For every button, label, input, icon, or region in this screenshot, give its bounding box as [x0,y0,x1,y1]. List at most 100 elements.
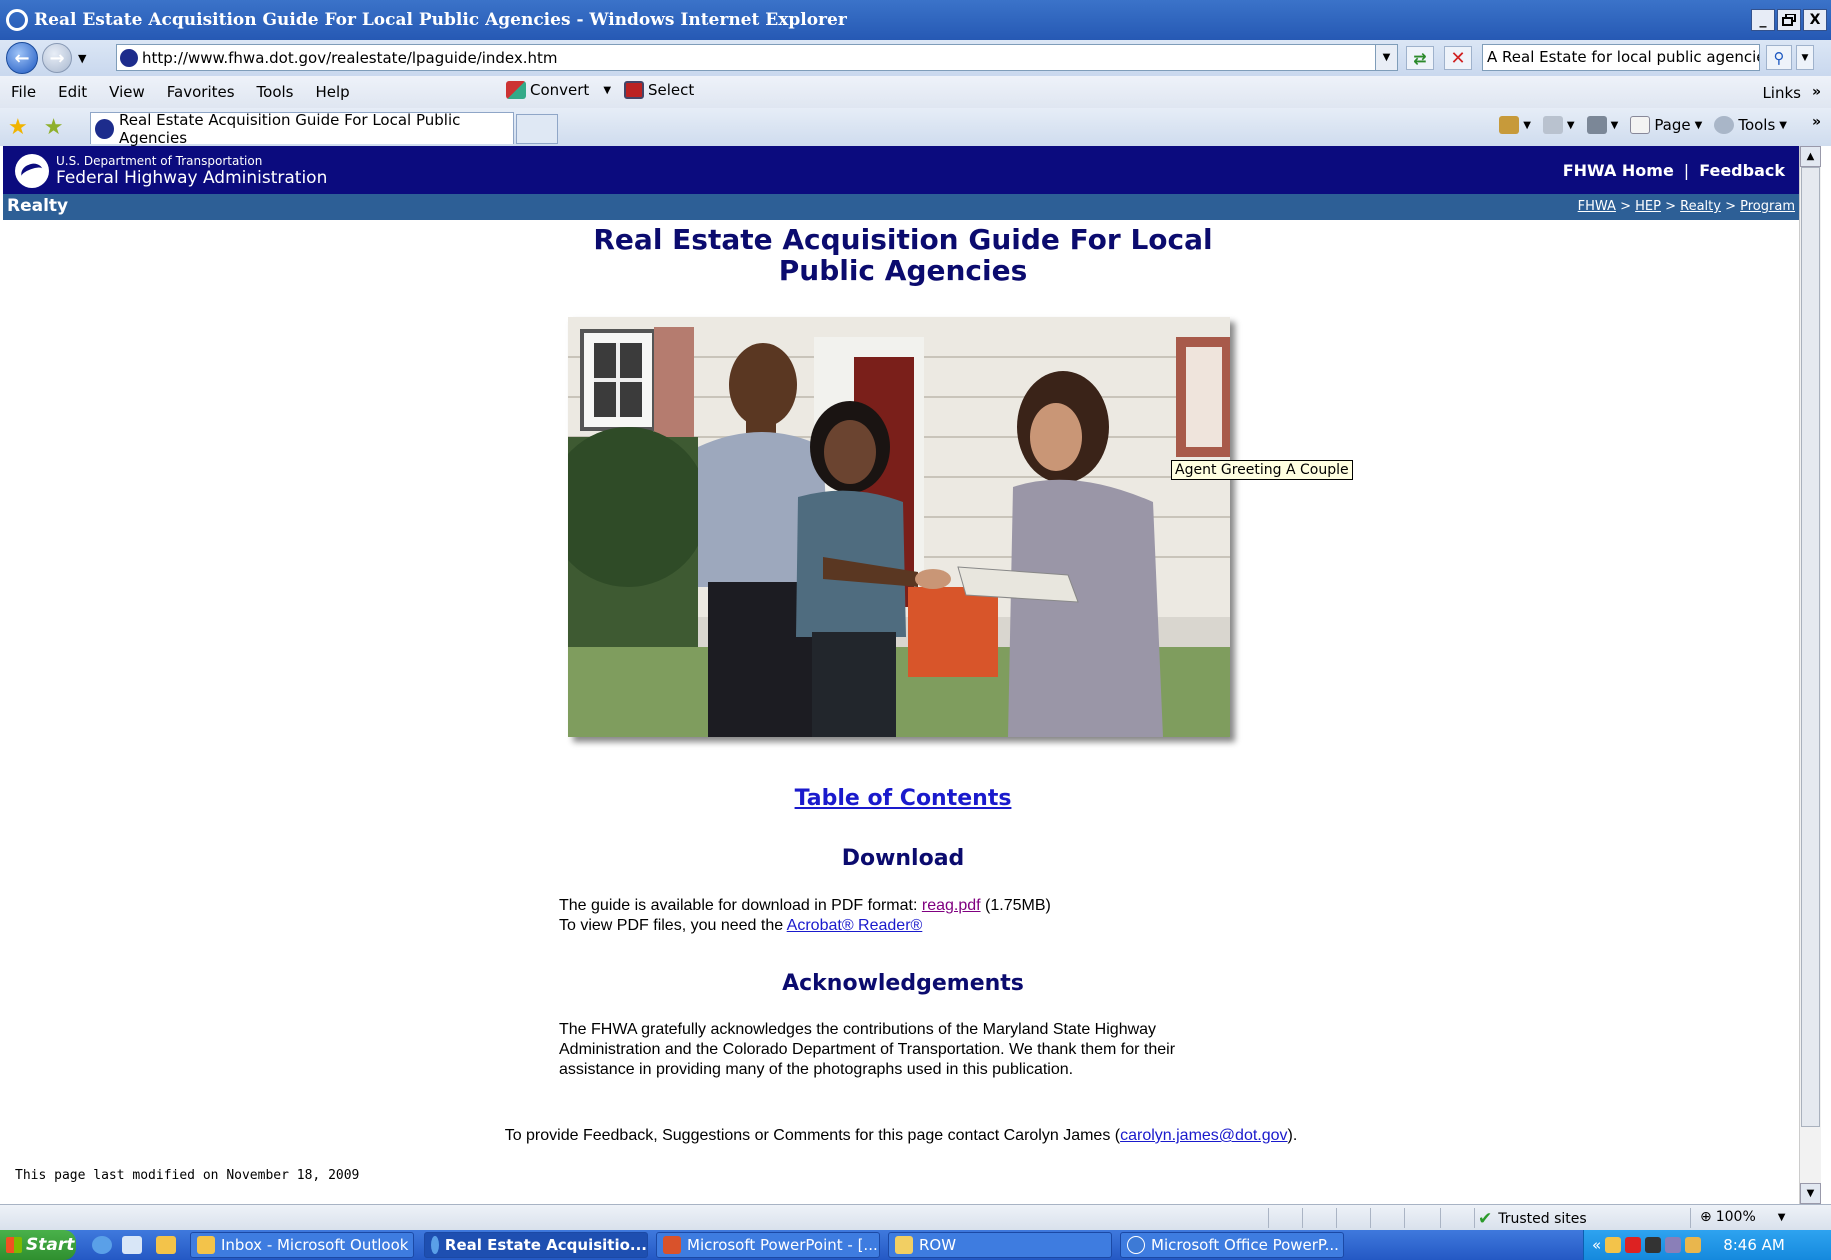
tab-active[interactable]: Real Estate Acquisition Guide For Local … [90,110,514,147]
search-input[interactable]: A Real Estate for local public agencies [1482,44,1760,71]
menu-help[interactable]: Help [305,83,361,101]
refresh-button[interactable]: ⇄ [1406,46,1434,70]
tray-shield-icon[interactable] [1685,1237,1702,1253]
menu-favorites[interactable]: Favorites [156,83,246,101]
feedback-link[interactable]: Feedback [1699,161,1785,180]
search-button[interactable]: ⚲ [1766,45,1792,70]
address-input[interactable]: http://www.fhwa.dot.gov/realestate/lpagu… [142,49,558,67]
pdf-download-link[interactable]: reag.pdf [922,897,981,914]
back-button[interactable]: ← [6,42,38,74]
forward-button[interactable]: → [42,43,72,73]
convert-button[interactable]: Convert ▼ [506,81,611,99]
tray-expand-icon[interactable]: « [1592,1236,1601,1254]
task-outlook[interactable]: Inbox - Microsoft Outlook [190,1232,414,1258]
quicklaunch-outlook-icon[interactable] [156,1236,176,1254]
fhwa-banner: U.S. Department of Transportation Federa… [3,146,1799,194]
download-size: (1.75MB) [980,897,1051,914]
acknowledgements-heading: Acknowledgements [782,971,1024,996]
feedback-close: ). [1287,1127,1298,1144]
powerpoint-icon [663,1236,681,1254]
toolbar-chevron-icon[interactable]: » [1812,84,1821,100]
acrobat-reader-link[interactable]: Acrobat® Reader® [787,917,923,934]
task-powerpoint[interactable]: Microsoft PowerPoint - [... [656,1232,880,1258]
outlook-icon [197,1236,215,1254]
ie-logo-icon [6,9,28,31]
zoom-control[interactable]: ⊕ 100% ▼ [1700,1209,1785,1225]
history-dropdown-icon[interactable]: ▼ [78,52,86,65]
status-bar: ✔ Trusted sites ⊕ 100% ▼ [0,1204,1831,1230]
convert-dropdown-icon[interactable]: ▼ [603,85,611,96]
feedback-contact: To provide Feedback, Suggestions or Comm… [3,1127,1799,1145]
breadcrumb-program[interactable]: Program [1740,199,1795,214]
task-row-folder[interactable]: ROW [888,1232,1112,1258]
tray-keyboard-icon[interactable] [1645,1237,1662,1253]
fhwa-home-link[interactable]: FHWA Home [1563,161,1674,180]
scroll-thumb[interactable] [1801,167,1820,1127]
photo-image [568,317,1230,737]
menu-edit[interactable]: Edit [47,83,98,101]
taskbar: Start Inbox - Microsoft Outlook Real Est… [0,1230,1831,1260]
start-button[interactable]: Start [0,1230,76,1260]
toc-heading: Table of Contents [563,786,1243,811]
clock: 8:46 AM [1723,1236,1785,1254]
back-arrow-icon: ← [14,47,30,69]
tray-network-icon[interactable] [1625,1237,1642,1253]
links-toolbar[interactable]: Links [1762,84,1801,102]
quicklaunch-desktop-icon[interactable] [122,1236,142,1254]
table-of-contents-link[interactable]: Table of Contents [795,786,1012,811]
agent-greeting-photo [568,317,1230,737]
zoom-dropdown-icon[interactable]: ▼ [1778,1212,1786,1223]
security-zone[interactable]: ✔ Trusted sites [1478,1209,1587,1229]
menu-file[interactable]: File [0,83,47,101]
new-tab-button[interactable] [516,114,558,144]
help-icon [1127,1236,1145,1254]
status-divider [1474,1208,1475,1228]
menu-view[interactable]: View [98,83,156,101]
breadcrumb-realty[interactable]: Realty [1680,199,1721,214]
address-bar[interactable]: http://www.fhwa.dot.gov/realestate/lpagu… [116,44,1398,71]
scroll-down-button[interactable]: ▼ [1800,1183,1821,1204]
department-name: U.S. Department of Transportation [56,154,263,168]
contact-email-link[interactable]: carolyn.james@dot.gov [1120,1127,1287,1144]
select-button[interactable]: Select [624,81,694,99]
stop-button[interactable]: ✕ [1444,46,1472,70]
breadcrumb-hep[interactable]: HEP [1635,199,1661,214]
quicklaunch-ie-icon[interactable] [92,1236,112,1254]
minimize-button[interactable]: _ [1751,9,1775,31]
restore-button[interactable] [1777,9,1801,31]
folder-icon [895,1236,913,1254]
add-favorites-star-icon[interactable]: ★ [44,115,64,140]
zoom-icon: ⊕ [1700,1209,1712,1225]
download-heading: Download [841,846,965,871]
system-tray: « 8:46 AM [1583,1230,1831,1260]
tray-security-icon[interactable] [1665,1237,1682,1253]
print-button[interactable]: ▼ [1586,116,1618,134]
task-ie-active[interactable]: Real Estate Acquisitio... [424,1232,648,1258]
status-divider [1268,1208,1269,1228]
breadcrumb-fhwa[interactable]: FHWA [1578,199,1616,214]
page-menu-button[interactable]: Page ▼ [1630,116,1702,134]
address-dropdown-button[interactable]: ▼ [1375,45,1397,70]
task-label: Inbox - Microsoft Outlook [221,1236,409,1254]
tab-label: Real Estate Acquisition Guide For Local … [119,110,461,147]
printer-icon [1586,116,1607,134]
pdf-convert-icon [506,81,526,99]
tools-menu-button[interactable]: Tools ▼ [1714,116,1787,134]
task-office-powerpoint[interactable]: Microsoft Office PowerP... [1120,1232,1344,1258]
command-chevron-icon[interactable]: » [1812,114,1821,130]
tray-outlook-icon[interactable] [1605,1237,1622,1253]
scroll-up-button[interactable]: ▲ [1800,146,1821,167]
menu-tools[interactable]: Tools [246,83,305,101]
status-divider [1302,1208,1303,1228]
page-icon [1630,116,1651,134]
feeds-button[interactable]: ▼ [1542,116,1575,134]
vertical-scrollbar[interactable]: ▲ ▼ [1799,146,1821,1204]
dot-logo-icon[interactable] [15,154,49,188]
agency-name: Federal Highway Administration [56,168,328,188]
favorites-center-star-icon[interactable]: ★ [8,115,28,140]
search-options-button[interactable]: ▼ [1796,45,1814,70]
windows-flag-icon [6,1237,22,1253]
search-icon: ⚲ [1773,48,1785,67]
close-button[interactable]: X [1803,9,1827,31]
home-button[interactable]: ▼ [1499,116,1531,134]
